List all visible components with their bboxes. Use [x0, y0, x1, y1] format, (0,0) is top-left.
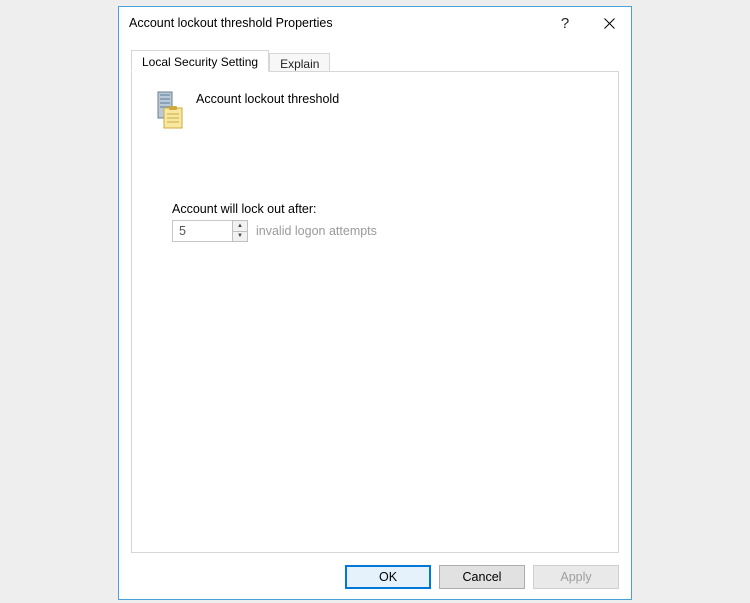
client-area: Local Security Setting Explain: [131, 49, 619, 553]
tab-label: Explain: [280, 57, 319, 71]
policy-icon: [152, 90, 184, 130]
button-label: Apply: [560, 570, 591, 584]
cancel-button[interactable]: Cancel: [439, 565, 525, 589]
tab-page-local: Account lockout threshold Account will l…: [131, 71, 619, 553]
tab-local-security-setting[interactable]: Local Security Setting: [131, 50, 269, 72]
tab-label: Local Security Setting: [142, 55, 258, 69]
help-icon: ?: [561, 15, 569, 32]
spinner-down-button[interactable]: ▼: [232, 231, 248, 243]
lockout-threshold-spinner: ▲ ▼: [172, 220, 248, 242]
policy-header: Account lockout threshold: [152, 90, 598, 130]
close-icon: [604, 18, 615, 29]
help-button[interactable]: ?: [543, 7, 587, 39]
lockout-threshold-field: Account will lock out after: ▲ ▼: [172, 202, 598, 242]
spinner-up-button[interactable]: ▲: [232, 220, 248, 231]
apply-button[interactable]: Apply: [533, 565, 619, 589]
tab-explain[interactable]: Explain: [269, 53, 330, 73]
lockout-threshold-row: ▲ ▼ invalid logon attempts: [172, 220, 598, 242]
tabstrip: Local Security Setting Explain: [131, 49, 619, 71]
chevron-up-icon: ▲: [237, 223, 243, 229]
properties-dialog: Account lockout threshold Properties ? L…: [118, 6, 632, 600]
lockout-threshold-input[interactable]: [172, 220, 232, 242]
close-button[interactable]: [587, 7, 631, 39]
spinner-arrows: ▲ ▼: [232, 220, 248, 242]
lockout-threshold-label: Account will lock out after:: [172, 202, 598, 216]
policy-name: Account lockout threshold: [196, 90, 339, 106]
button-label: OK: [379, 570, 397, 584]
lockout-threshold-unit: invalid logon attempts: [256, 224, 377, 238]
titlebar: Account lockout threshold Properties ?: [119, 7, 631, 39]
chevron-down-icon: ▼: [237, 233, 243, 239]
button-label: Cancel: [463, 570, 502, 584]
ok-button[interactable]: OK: [345, 565, 431, 589]
window-title: Account lockout threshold Properties: [129, 16, 543, 30]
dialog-buttons: OK Cancel Apply: [345, 565, 619, 589]
